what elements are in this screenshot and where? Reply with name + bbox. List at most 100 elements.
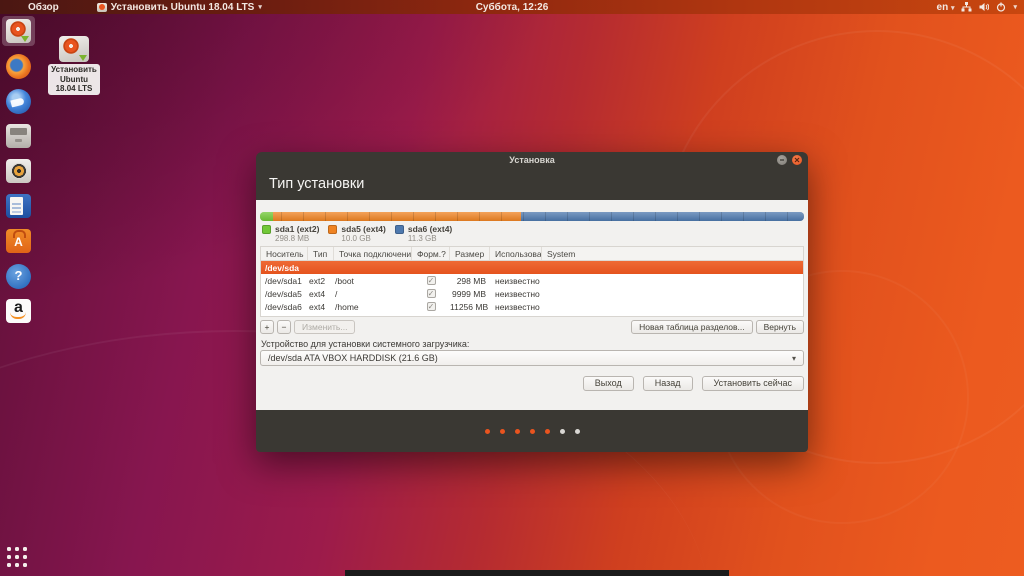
column-header-6[interactable]: System	[542, 247, 803, 260]
minimize-button[interactable]	[777, 155, 787, 165]
page-dot	[500, 429, 505, 434]
format-checkbox[interactable]	[427, 289, 436, 298]
table-row[interactable]: /dev/sda5ext4/9999 MBнеизвестно	[261, 287, 803, 300]
cell-type: ext4	[308, 289, 334, 299]
partition-segment-sda5	[273, 212, 521, 221]
ubuntu-software-icon	[6, 229, 31, 253]
change-partition-button[interactable]: Изменить...	[294, 320, 355, 334]
back-button[interactable]: Назад	[643, 376, 693, 391]
page-dot	[575, 429, 580, 434]
legend-label: sda1 (ext2)	[275, 224, 319, 234]
legend-text: sda6 (ext4)11.3 GB	[408, 224, 452, 244]
keyboard-layout-indicator[interactable]: en ▾	[937, 2, 955, 13]
column-header-0[interactable]: Носитель	[261, 247, 308, 260]
legend-text: sda5 (ext4)10.0 GB	[341, 224, 385, 244]
chevron-down-icon[interactable]: ▾	[1013, 3, 1017, 11]
page-title: Тип установки	[269, 176, 364, 192]
cell-device: /dev/sda6	[261, 302, 308, 312]
cell-used: неизвестно	[490, 302, 542, 312]
dock-item-ubuntu-installer[interactable]	[2, 16, 35, 46]
page-dot	[485, 429, 490, 434]
dock-item-rhythmbox[interactable]	[2, 156, 35, 186]
partition-segment-sda6	[521, 212, 804, 221]
desktop-icon-installer[interactable]: Установить Ubuntu 18.04 LTS	[48, 36, 100, 95]
dock-item-ubuntu-software[interactable]	[2, 226, 35, 256]
show-applications-button[interactable]	[6, 546, 28, 568]
activities-button[interactable]: Обзор	[28, 2, 59, 13]
legend-label: sda6 (ext4)	[408, 224, 452, 234]
cell-format	[412, 302, 450, 311]
cell-mount-point: /	[334, 289, 412, 299]
bootloader-device-select[interactable]: /dev/sda ATA VBOX HARDDISK (21.6 GB) ▾	[260, 350, 804, 366]
column-header-3[interactable]: Форм.?	[412, 247, 450, 260]
page-heading-bar: Тип установки	[256, 167, 808, 200]
bootloader-device-value: /dev/sda ATA VBOX HARDDISK (21.6 GB)	[268, 353, 438, 363]
ubuntu-installer-icon	[6, 19, 31, 43]
column-header-5[interactable]: Использовано	[490, 247, 542, 260]
table-header-row: НосительТипТочка подключенияФорм.?Размер…	[261, 247, 803, 261]
installer-disc-icon	[59, 36, 89, 62]
window-controls	[777, 155, 802, 165]
legend-label: sda5 (ext4)	[341, 224, 385, 234]
revert-button[interactable]: Вернуть	[756, 320, 804, 334]
partition-segment-sda1	[260, 212, 273, 221]
new-partition-table-button[interactable]: Новая таблица разделов...	[631, 320, 753, 334]
legend-item-0: sda1 (ext2)298.8 MB	[262, 224, 319, 244]
chevron-down-icon: ▾	[792, 354, 796, 363]
installer-app-icon	[97, 3, 107, 12]
add-partition-button[interactable]: +	[260, 320, 274, 334]
table-row[interactable]: /dev/sda6ext4/home11256 MBнеизвестно	[261, 300, 803, 313]
column-header-2[interactable]: Точка подключения	[334, 247, 412, 260]
system-indicators: en ▾ ▾	[937, 2, 1017, 13]
partition-legend: sda1 (ext2)298.8 MBsda5 (ext4)10.0 GBsda…	[262, 224, 452, 244]
network-icon[interactable]	[961, 2, 972, 12]
table-body: /dev/sda/dev/sda1ext2/boot298 MBнеизвест…	[261, 261, 803, 313]
desktop-icon-label: Установить Ubuntu 18.04 LTS	[48, 64, 100, 95]
legend-size: 298.8 MB	[275, 234, 319, 244]
partition-table: НосительТипТочка подключенияФорм.?Размер…	[260, 246, 804, 317]
cell-size: 11256 MB	[450, 302, 490, 312]
power-icon[interactable]	[996, 2, 1006, 12]
bootloader-device-label: Устройство для установки системного загр…	[261, 339, 469, 349]
table-row[interactable]: /dev/sda1ext2/boot298 MBнеизвестно	[261, 274, 803, 287]
volume-icon[interactable]	[979, 2, 989, 12]
close-button[interactable]	[792, 155, 802, 165]
format-checkbox[interactable]	[427, 302, 436, 311]
toolbar-spacer	[358, 320, 628, 334]
dock-item-files[interactable]	[2, 121, 35, 151]
clock-label[interactable]: Суббота, 12:26	[476, 2, 549, 13]
legend-text: sda1 (ext2)298.8 MB	[275, 224, 319, 244]
install-now-button[interactable]: Установить сейчас	[702, 376, 804, 391]
table-row[interactable]: /dev/sda	[261, 261, 803, 274]
legend-item-1: sda5 (ext4)10.0 GB	[328, 224, 385, 244]
column-header-1[interactable]: Тип	[308, 247, 334, 260]
cell-size: 298 MB	[450, 276, 490, 286]
partition-toolbar: + − Изменить... Новая таблица разделов..…	[260, 320, 804, 334]
format-checkbox[interactable]	[427, 276, 436, 285]
column-header-4[interactable]: Размер	[450, 247, 490, 260]
keyboard-layout-label: en	[937, 2, 949, 13]
legend-size: 11.3 GB	[408, 234, 452, 244]
cell-mount-point: /boot	[334, 276, 412, 286]
thunderbird-icon	[6, 89, 31, 114]
dock-item-firefox[interactable]	[2, 51, 35, 81]
amazon-icon	[6, 299, 31, 323]
page-dot	[515, 429, 520, 434]
dock-item-thunderbird[interactable]	[2, 86, 35, 116]
dock-item-libreoffice-writer[interactable]	[2, 191, 35, 221]
firefox-icon	[6, 54, 31, 79]
quit-button[interactable]: Выход	[583, 376, 634, 391]
minimize-icon	[779, 157, 785, 163]
bottom-dock-strip	[345, 570, 729, 576]
dialog-actions: Выход Назад Установить сейчас	[583, 376, 804, 391]
desktop: Обзор Установить Ubuntu 18.04 LTS ▾ Субб…	[0, 0, 1024, 576]
chevron-down-icon: ▾	[951, 5, 955, 12]
remove-partition-button[interactable]: −	[277, 320, 291, 334]
cell-device: /dev/sda	[261, 263, 308, 273]
dock-item-help[interactable]	[2, 261, 35, 291]
app-menu[interactable]: Установить Ubuntu 18.04 LTS ▾	[97, 2, 262, 13]
dock-item-amazon[interactable]	[2, 296, 35, 326]
installer-window: Установка Тип установки sda1 (ext2)298.8…	[256, 152, 808, 452]
page-dot	[560, 429, 565, 434]
window-titlebar[interactable]: Установка	[256, 152, 808, 167]
